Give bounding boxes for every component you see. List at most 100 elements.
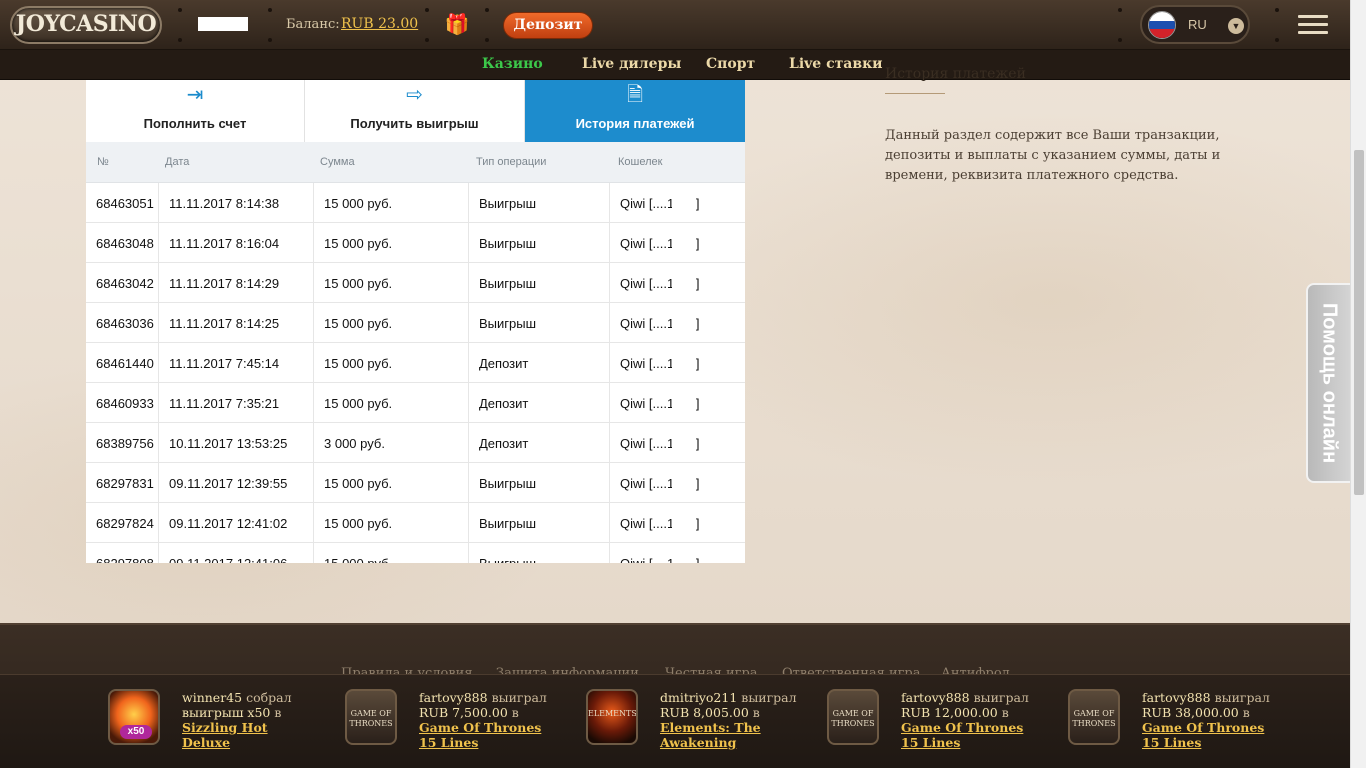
cell-type: Выигрыш <box>479 236 537 251</box>
winner-game-link[interactable]: Game Of Thrones 15 Lines <box>901 720 1023 750</box>
rivet <box>1118 8 1122 12</box>
cell-number: 68297808 <box>96 556 154 563</box>
redaction-mask <box>672 556 696 563</box>
cell-divider <box>609 223 610 263</box>
winner-username: winner45 <box>182 690 243 705</box>
help-online-button[interactable]: Помощь онлайн <box>1306 283 1350 483</box>
winner-amount: RUB 12,000.00 <box>901 705 998 720</box>
cell-number: 68389756 <box>96 436 154 451</box>
cell-divider <box>158 343 159 383</box>
chevron-down-icon: ▼ <box>1228 18 1244 34</box>
language-label: RU <box>1188 17 1207 32</box>
cell-divider <box>313 343 314 383</box>
cell-amount: 15 000 руб. <box>324 276 393 291</box>
rivet <box>178 8 182 12</box>
tab-deposit[interactable]: ⇥ Пополнить счет <box>86 80 305 142</box>
table-row: 68297831 09.11.2017 12:39:55 15 000 руб. Вы… <box>86 463 745 503</box>
game-thumbnail[interactable]: x50 <box>108 689 160 745</box>
tab-payment-history[interactable]: 🗎 История платежей <box>525 80 745 142</box>
winner-game-link[interactable]: Game Of Thrones 15 Lines <box>1142 720 1264 750</box>
cell-divider <box>468 503 469 543</box>
game-thumbnail[interactable]: GAME OF THRONES <box>827 689 879 745</box>
cell-date: 11.11.2017 7:45:14 <box>169 356 280 371</box>
cell-divider <box>313 543 314 563</box>
cell-number: 68463042 <box>96 276 154 291</box>
cell-amount: 15 000 руб. <box>324 356 393 371</box>
deposit-button[interactable]: Депозит <box>503 12 593 39</box>
nav-sport[interactable]: Спорт <box>706 56 755 72</box>
redaction-mask <box>672 316 696 338</box>
cell-divider <box>609 183 610 223</box>
redaction-mask <box>672 236 696 258</box>
winner-amount: RUB 7,500.00 <box>419 705 508 720</box>
cell-divider <box>158 503 159 543</box>
cell-date: 10.11.2017 13:53:25 <box>169 436 288 451</box>
cell-divider <box>313 383 314 423</box>
gift-icon[interactable]: 🎁 <box>444 12 470 38</box>
table-row: 68460933 11.11.2017 7:35:21 15 000 руб. Деп… <box>86 383 745 423</box>
winner-prep: в <box>1242 705 1250 720</box>
winner-game-link[interactable]: Sizzling Hot Deluxe <box>182 720 268 750</box>
nav-casino[interactable]: Казино <box>482 56 543 72</box>
cell-type: Депозит <box>479 396 529 411</box>
cell-divider <box>468 223 469 263</box>
winner-text: fartovy888 выиграл RUB 38,000.00 в Game O… <box>1142 690 1272 750</box>
cell-date: 11.11.2017 8:14:25 <box>169 316 280 331</box>
cell-divider <box>609 463 610 503</box>
winner-prep: в <box>511 705 519 720</box>
scrollbar[interactable] <box>1350 0 1366 768</box>
logo[interactable]: JOYCASINO <box>10 6 162 44</box>
winner-prep: в <box>274 705 282 720</box>
game-thumbnail[interactable]: GAME OF THRONES <box>345 689 397 745</box>
nav-live-bets[interactable]: Live ставки <box>789 56 883 72</box>
cell-divider <box>158 383 159 423</box>
cell-date: 09.11.2017 12:39:55 <box>169 476 288 491</box>
winner-verb: выиграл <box>1214 690 1270 705</box>
balance-value[interactable]: RUB 23.00 <box>341 16 418 32</box>
hamburger-menu-icon[interactable] <box>1298 15 1328 35</box>
cell-number: 68463048 <box>96 236 154 251</box>
table-row: 68389756 10.11.2017 13:53:25 3 000 руб. Деп… <box>86 423 745 463</box>
redaction-mask <box>672 516 696 538</box>
table-row: 68463051 11.11.2017 8:14:38 15 000 руб. Выи… <box>86 183 745 223</box>
winner-verb: выиграл <box>741 690 797 705</box>
winner-username: fartovy888 <box>1142 690 1211 705</box>
cell-date: 09.11.2017 12:41:06 <box>169 556 287 563</box>
cell-date: 11.11.2017 8:14:38 <box>169 196 280 211</box>
thumbnail-label: GAME OF THRONES <box>349 709 393 728</box>
redaction-mask <box>672 276 696 298</box>
rivet <box>425 38 429 42</box>
cell-divider <box>313 503 314 543</box>
cell-divider <box>609 263 610 303</box>
winner-game-link[interactable]: Elements: The Awakening <box>660 720 761 750</box>
tab-withdraw[interactable]: ⇨ Получить выигрыш <box>305 80 525 142</box>
cell-divider <box>609 343 610 383</box>
cell-amount: 15 000 руб. <box>324 516 393 531</box>
payments-panel: ⇥ Пополнить счет ⇨ Получить выигрыш 🗎 Ис… <box>86 80 745 563</box>
nav-live-dealers[interactable]: Live дилеры <box>582 56 681 72</box>
cell-date: 11.11.2017 7:35:21 <box>169 396 280 411</box>
rivet <box>425 8 429 12</box>
russia-flag-icon <box>1148 11 1176 39</box>
cell-divider <box>158 183 159 223</box>
scroll-thumb[interactable] <box>1354 150 1364 495</box>
username[interactable]: user <box>198 17 248 31</box>
table-row: 68297824 09.11.2017 12:41:02 15 000 руб. Вы… <box>86 503 745 543</box>
cell-divider <box>468 303 469 343</box>
table-row: 68463036 11.11.2017 8:14:25 15 000 руб. Выи… <box>86 303 745 343</box>
redaction-mask <box>672 476 696 498</box>
winner-text: fartovy888 выиграл RUB 7,500.00 в Game Of… <box>419 690 549 750</box>
cell-number: 68461440 <box>96 356 154 371</box>
game-thumbnail[interactable]: ELEMENTS <box>586 689 638 745</box>
balance-label: Баланс: <box>286 17 340 32</box>
table-row: 68463048 11.11.2017 8:16:04 15 000 руб. Выи… <box>86 223 745 263</box>
tab-label: Получить выигрыш <box>350 116 479 131</box>
game-thumbnail[interactable]: GAME OF THRONES <box>1068 689 1120 745</box>
language-selector[interactable]: RU ▼ <box>1140 5 1250 44</box>
tab-label: Пополнить счет <box>143 116 247 131</box>
cell-type: Выигрыш <box>479 516 537 531</box>
table-row: 68461440 11.11.2017 7:45:14 15 000 руб. Деп… <box>86 343 745 383</box>
cell-divider <box>468 343 469 383</box>
cell-divider <box>609 303 610 343</box>
winner-game-link[interactable]: Game Of Thrones 15 Lines <box>419 720 541 750</box>
